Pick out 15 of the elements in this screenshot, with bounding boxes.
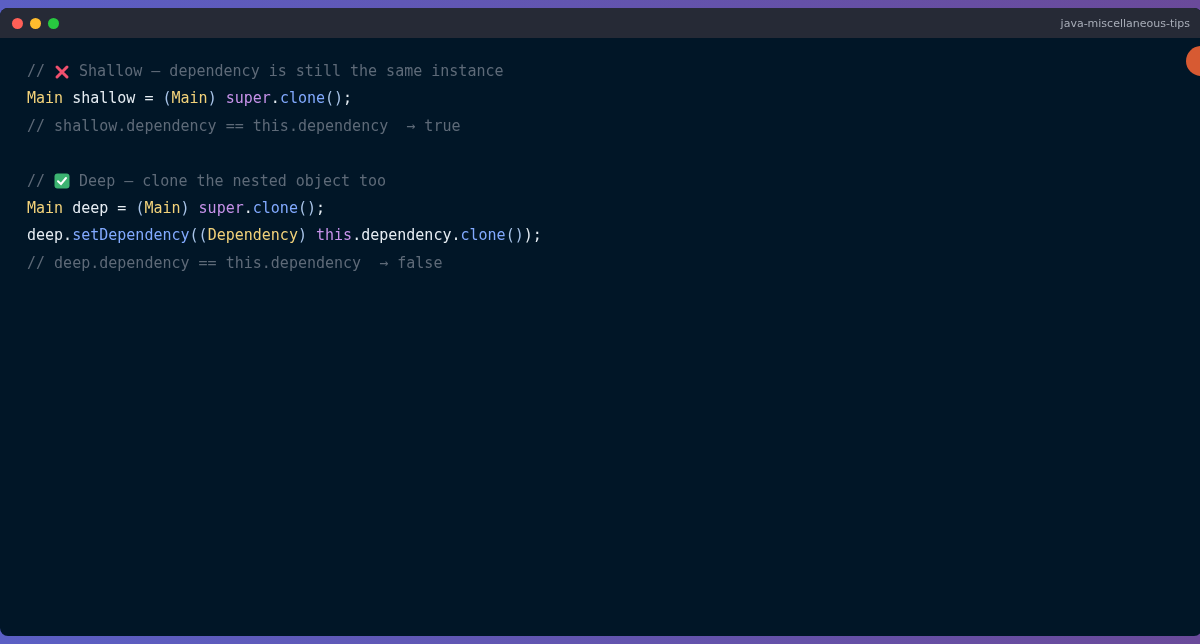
- code-line: Main shallow = (Main) super.clone();: [27, 88, 354, 110]
- window-title: java-miscellaneous-tips: [1060, 16, 1190, 30]
- close-button[interactable]: [12, 17, 23, 29]
- maximize-button[interactable]: [48, 17, 59, 29]
- code-line: deep.setDependency((Dependency) this.dependency.clone());: [27, 225, 543, 247]
- checkmark-icon: [54, 173, 71, 190]
- comment-marker: //: [27, 170, 46, 192]
- comment-marker: //: [27, 61, 46, 82]
- code-comment: // shallow.dependency == this.dependency → true: [27, 115, 462, 137]
- code-comment: // deep.dependency == this.dependency → false: [27, 252, 444, 274]
- cross-icon: [54, 63, 71, 80]
- code-comment: Shallow — dependency is still the same instance: [79, 61, 504, 82]
- code-comment: Deep — clone the nested object too: [79, 170, 387, 192]
- code-line: Main deep = (Main) super.clone();: [27, 197, 327, 219]
- minimize-button[interactable]: [30, 17, 41, 29]
